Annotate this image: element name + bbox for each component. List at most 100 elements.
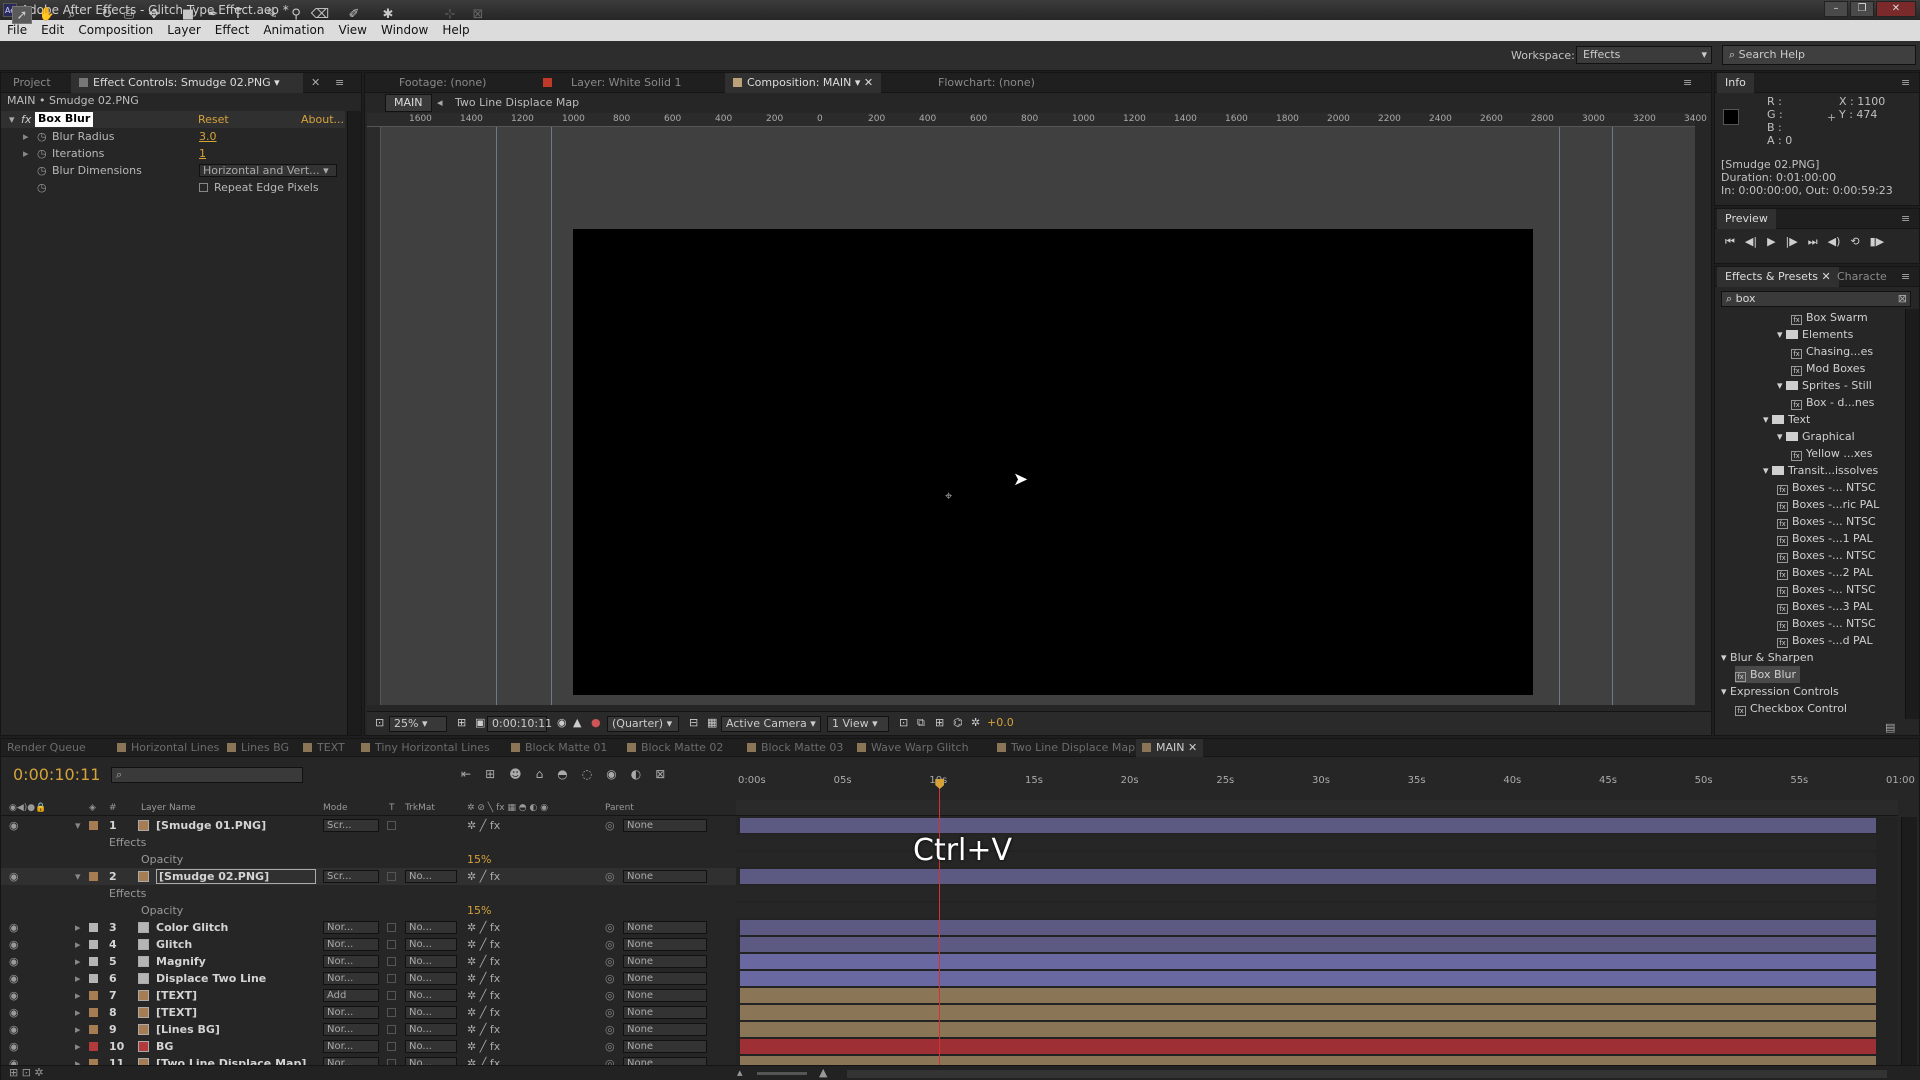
timeline-tab[interactable]: Block Matte 01 <box>505 739 613 757</box>
zoom-slider[interactable] <box>757 1072 807 1075</box>
comp-mini-flowchart-icon[interactable]: ⇤ <box>461 767 471 781</box>
layer-switches-icons[interactable]: ✲ ╱ fx <box>467 1021 500 1038</box>
footer-toggle-icons[interactable]: ⊞ ⊡ ✲ <box>9 1066 44 1079</box>
visibility-eye-icon[interactable]: ◉ <box>9 1004 19 1021</box>
tree-folder[interactable]: ▾ Graphical <box>1777 428 1855 445</box>
effect-controls-scrollbar[interactable] <box>347 111 361 735</box>
next-frame-icon[interactable]: |▶ <box>1786 235 1798 249</box>
column-mode[interactable]: Mode <box>323 800 348 816</box>
effects-search-input[interactable]: ⌕ box ⊠ <box>1721 291 1911 307</box>
visibility-eye-icon[interactable]: ◉ <box>9 987 19 1004</box>
opacity-value[interactable]: 15% <box>467 902 491 919</box>
layer-row[interactable]: ◉ ▸ 5 Magnify Nor... No... ✲ ╱ fx ◎ None <box>1 953 736 970</box>
layer-switches-icons[interactable]: ✲ ╱ fx <box>467 1004 500 1021</box>
layer-switches-icons[interactable]: ✲ ╱ fx <box>467 936 500 953</box>
timeline-timecode[interactable]: 0:00:10:11 <box>13 765 100 784</box>
visibility-eye-icon[interactable]: ◉ <box>9 936 19 953</box>
eraser-tool-icon[interactable]: ⌫ <box>310 6 330 24</box>
track-matte-select[interactable]: No... <box>405 972 457 985</box>
clear-search-icon[interactable]: ⊠ <box>1898 292 1907 306</box>
puppet-tool-icon[interactable]: ✱ <box>378 6 398 24</box>
timeline-tab[interactable]: TEXT <box>297 739 351 757</box>
tree-effect-item[interactable]: fx Box Blur <box>1735 666 1801 683</box>
hand-tool-icon[interactable]: ✋ <box>37 6 57 24</box>
guide-line[interactable] <box>1612 127 1613 705</box>
rectangle-tool-icon[interactable]: ■ <box>178 6 198 24</box>
play-icon[interactable]: ▶ <box>1767 235 1775 249</box>
label-color-swatch[interactable] <box>89 957 98 966</box>
panel-menu-icon[interactable]: ≡ <box>1893 73 1918 93</box>
tree-effect-item[interactable]: fx Boxes -...d PAL <box>1777 632 1873 649</box>
visibility-eye-icon[interactable]: ◉ <box>9 1021 19 1038</box>
time-ruler[interactable]: 0:00s05s10s15s20s25s30s35s40s45s50s55s01… <box>736 771 1915 799</box>
close-tab-icon[interactable]: ✕ <box>1185 741 1197 754</box>
blend-mode-select[interactable]: Nor... <box>323 921 379 934</box>
expand-triangle-icon[interactable]: ▸ <box>75 1021 81 1038</box>
tree-folder[interactable]: ▾ Sprites - Still <box>1777 377 1872 394</box>
close-tab-icon[interactable]: ✕ <box>303 73 328 93</box>
comp-nav-main[interactable]: MAIN <box>385 94 432 112</box>
layer-duration-bar[interactable] <box>740 954 1876 969</box>
label-color-swatch[interactable] <box>89 991 98 1000</box>
track-matte-select[interactable]: No... <box>405 870 457 883</box>
expand-triangle-icon[interactable]: ▾ <box>9 111 15 128</box>
blend-mode-select[interactable]: Scr... <box>323 870 379 883</box>
tree-effect-item[interactable]: fx Boxes -... NTSC <box>1777 615 1876 632</box>
playhead-line[interactable] <box>939 779 941 1069</box>
pickwhip-icon[interactable]: ◎ <box>605 987 615 1004</box>
panel-menu-icon[interactable]: ≡ <box>327 73 352 93</box>
tree-folder[interactable]: ▾ Elements <box>1777 326 1853 343</box>
tab-character[interactable]: Characte <box>1829 267 1895 287</box>
world-axis-icon[interactable]: ⊠ <box>468 6 488 24</box>
layer-row[interactable]: ◉ ▸ 6 Displace Two Line Nor... No... ✲ ╱ fx ◎ No… <box>1 970 736 987</box>
layer-name[interactable]: [TEXT] <box>156 987 197 1004</box>
expand-triangle-icon[interactable]: ▸ <box>75 919 81 936</box>
parent-select[interactable]: None <box>623 972 707 985</box>
exposure-value[interactable]: +0.0 <box>983 716 1018 732</box>
search-help-input[interactable]: ⌕ Search Help <box>1722 45 1916 65</box>
stopwatch-icon[interactable]: ◷ <box>37 179 47 196</box>
opacity-value[interactable]: 15% <box>467 851 491 868</box>
region-of-interest-icon[interactable]: ⊟ <box>685 716 702 732</box>
rotate-tool-icon[interactable]: ↻ <box>97 6 117 24</box>
label-color-swatch[interactable] <box>89 1025 98 1034</box>
view-layout-select[interactable]: 1 View ▾ <box>827 716 889 732</box>
blend-mode-select[interactable]: Add <box>323 989 379 1002</box>
reset-link[interactable]: Reset <box>198 111 229 128</box>
layer-name[interactable]: Displace Two Line <box>156 970 266 987</box>
magnification-select[interactable]: 25% ▾ <box>389 716 447 732</box>
tab-layer[interactable]: Layer: White Solid 1 <box>535 73 689 93</box>
tree-effect-item[interactable]: fx Box - d...nes <box>1791 394 1874 411</box>
exposure-icon[interactable]: ✲ <box>967 716 984 732</box>
parent-select[interactable]: None <box>623 819 707 832</box>
parent-select[interactable]: None <box>623 1006 707 1019</box>
tree-folder[interactable]: ▾ Transit...issolves <box>1763 462 1878 479</box>
zoom-out-icon[interactable]: ▴ <box>737 1066 743 1079</box>
expand-triangle-icon[interactable]: ▸ <box>75 970 81 987</box>
layer-duration-bar[interactable] <box>740 818 1876 833</box>
tree-effect-item[interactable]: fx Boxes -... NTSC <box>1777 581 1876 598</box>
track-matte-select[interactable]: No... <box>405 938 457 951</box>
preserve-transparency-checkbox[interactable] <box>387 1025 396 1034</box>
layer-row[interactable]: ◉ ▸ 7 [TEXT] Add No... ✲ ╱ fx ◎ None <box>1 987 736 1004</box>
first-frame-icon[interactable]: ⏮ <box>1725 235 1735 249</box>
tree-effect-item[interactable]: fx Checkbox Control <box>1735 700 1847 717</box>
graph-editor-icon[interactable]: ◉ <box>606 767 616 781</box>
track-matte-select[interactable]: No... <box>405 1006 457 1019</box>
last-frame-icon[interactable]: ⏭ <box>1808 235 1818 249</box>
layer-switches-icons[interactable]: ✲ ╱ fx <box>467 817 500 834</box>
type-tool-icon[interactable]: T <box>228 6 248 24</box>
visibility-eye-icon[interactable]: ◉ <box>9 817 19 834</box>
expand-triangle-icon[interactable]: ▸ <box>75 1004 81 1021</box>
horizontal-ruler[interactable]: 1600 1400 1200 1000 800 600 400 200 0 200 400 600 80… <box>367 113 1707 127</box>
layer-row[interactable]: ◉ ▾ 2 [Smudge 02.PNG] Scr... No... ✲ ╱ fx ◎ None <box>1 868 736 885</box>
layer-name[interactable]: BG <box>156 1038 173 1055</box>
layer-row[interactable]: ◉ ▸ 9 [Lines BG] Nor... No... ✲ ╱ fx ◎ None <box>1 1021 736 1038</box>
composition-canvas[interactable] <box>573 229 1533 695</box>
tab-footage[interactable]: Footage: (none) <box>391 73 494 93</box>
visibility-eye-icon[interactable]: ◉ <box>9 868 19 885</box>
tree-effect-item[interactable]: fx Chasing...es <box>1791 343 1873 360</box>
preserve-transparency-checkbox[interactable] <box>387 991 396 1000</box>
expand-triangle-icon[interactable]: ▸ <box>75 1038 81 1055</box>
timeline-tab[interactable]: Wave Warp Glitch <box>851 739 975 757</box>
